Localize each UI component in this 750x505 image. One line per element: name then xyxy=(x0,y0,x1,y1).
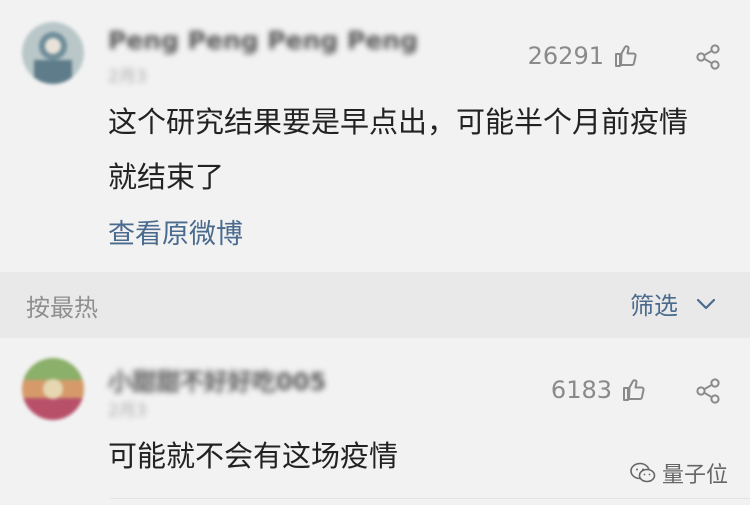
thumbs-up-icon xyxy=(623,379,645,401)
username[interactable]: 小甜甜不好好吃005 xyxy=(108,362,326,397)
share-icon[interactable] xyxy=(694,43,722,71)
like-count: 6183 xyxy=(550,376,612,404)
comment-text-line: 就结束了 xyxy=(108,160,225,194)
comment-item: Peng Peng Peng Peng 2月3 26291 这个研究结果要是早点… xyxy=(0,0,750,270)
username[interactable]: Peng Peng Peng Peng xyxy=(108,26,418,55)
avatar[interactable] xyxy=(22,358,84,420)
chevron-down-icon xyxy=(696,298,716,309)
sort-bar: 按最热 筛选 xyxy=(0,272,750,338)
wechat-icon xyxy=(630,462,656,483)
view-original-weibo-link[interactable]: 查看原微博 xyxy=(108,212,243,251)
comment-time: 2月3 xyxy=(108,401,147,421)
filter-button[interactable]: 筛选 xyxy=(630,286,716,321)
filter-label: 筛选 xyxy=(630,292,678,320)
like-button[interactable]: 26291 xyxy=(528,42,638,70)
share-icon[interactable] xyxy=(694,377,722,405)
watermark: 量子位 xyxy=(630,457,728,489)
comment-text-line: 可能就不会有这场疫情 xyxy=(108,439,399,473)
avatar[interactable] xyxy=(22,22,84,84)
thumbs-up-icon xyxy=(615,45,637,67)
comment-text-line: 这个研究结果要是早点出，可能半个月前疫情 xyxy=(108,105,689,139)
like-button[interactable]: 6183 xyxy=(551,376,646,404)
watermark-text: 量子位 xyxy=(661,463,728,488)
sort-by-hot[interactable]: 按最热 xyxy=(26,288,98,323)
divider xyxy=(110,498,750,499)
like-count: 26291 xyxy=(527,42,604,70)
comment-time: 2月3 xyxy=(108,67,147,87)
